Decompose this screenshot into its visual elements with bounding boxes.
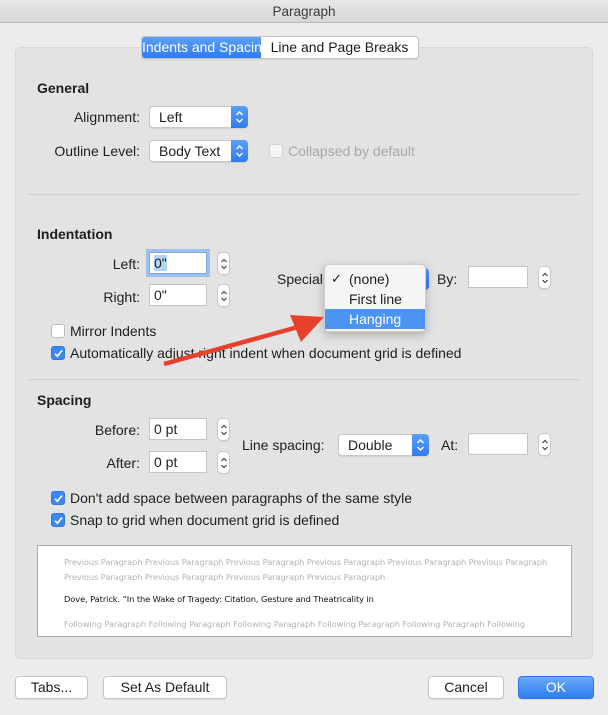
outline-level-value: Body Text	[159, 143, 221, 159]
stepper-icon	[221, 457, 227, 469]
menu-item-hanging[interactable]: Hanging	[325, 309, 425, 329]
mirror-indents-label: Mirror Indents	[70, 323, 157, 339]
auto-adjust-label: Automatically adjust right indent when d…	[70, 345, 462, 361]
indent-left-stepper[interactable]	[217, 252, 230, 275]
at-field[interactable]	[468, 433, 528, 455]
by-field[interactable]	[468, 266, 528, 288]
menu-item-label: Hanging	[349, 311, 402, 327]
menu-item-none[interactable]: ✓ (none)	[325, 269, 425, 289]
indent-left-label: Left:	[112, 256, 140, 272]
snap-to-grid-label: Snap to grid when document grid is defin…	[70, 512, 340, 528]
updown-chevron-icon	[412, 434, 429, 456]
indent-right-stepper[interactable]	[217, 284, 230, 307]
spacing-before-stepper[interactable]	[217, 418, 230, 441]
cancel-button[interactable]: Cancel	[428, 676, 504, 699]
special-dropdown-menu: ✓ (none) First line Hanging	[324, 264, 426, 332]
line-spacing-value: Double	[348, 437, 393, 453]
by-stepper[interactable]	[538, 266, 551, 289]
mirror-indents-checkbox[interactable]	[51, 324, 65, 338]
spacing-before-label: Before:	[94, 422, 140, 438]
collapsed-by-default-checkbox[interactable]	[269, 144, 283, 158]
tabs-button[interactable]: Tabs...	[15, 676, 88, 699]
stepper-icon	[542, 439, 548, 451]
dont-add-space-label: Don't add space between paragraphs of th…	[70, 490, 412, 506]
line-spacing-popup[interactable]: Double	[338, 434, 429, 456]
snap-to-grid-checkbox[interactable]	[51, 513, 65, 527]
line-spacing-label: Line spacing:	[242, 437, 325, 453]
at-label: At:	[441, 437, 459, 453]
special-label: Special	[277, 271, 323, 287]
updown-chevron-icon	[231, 140, 248, 162]
general-heading: General	[37, 80, 90, 96]
paragraph-preview: Previous Paragraph Previous Paragraph Pr…	[37, 545, 572, 637]
preview-current-paragraph: Dove, Patrick. “In the Wake of Tragedy: …	[64, 594, 374, 604]
set-as-default-button[interactable]: Set As Default	[103, 676, 227, 699]
dont-add-space-checkbox[interactable]	[51, 491, 65, 505]
indent-right-label: Right:	[103, 289, 140, 305]
spacing-before-value: 0 pt	[154, 421, 178, 437]
checkmark-icon	[54, 495, 63, 503]
spacing-heading: Spacing	[37, 392, 92, 408]
tab-indents-and-spacing[interactable]: Indents and Spacing	[142, 37, 270, 58]
spacing-after-value: 0 pt	[154, 454, 178, 470]
menu-item-label: (none)	[349, 271, 390, 287]
section-divider	[28, 379, 580, 380]
stepper-icon	[221, 290, 227, 302]
collapsed-by-default-label: Collapsed by default	[288, 143, 415, 159]
indent-right-value: 0"	[154, 287, 167, 303]
auto-adjust-checkbox[interactable]	[51, 346, 65, 360]
window-title: Paragraph	[0, 0, 608, 23]
preview-previous-paragraph: Previous Paragraph Previous Paragraph Pr…	[64, 557, 548, 582]
stepper-icon	[221, 258, 227, 270]
preview-following-paragraph: Following Paragraph Following Paragraph …	[64, 619, 526, 636]
outline-level-popup[interactable]: Body Text	[149, 140, 248, 162]
checkmark-icon: ✓	[331, 271, 342, 286]
alignment-popup[interactable]: Left	[149, 106, 248, 128]
indentation-heading: Indentation	[37, 226, 113, 242]
tab-line-and-page-breaks[interactable]: Line and Page Breaks	[261, 37, 418, 58]
tab-control: Indents and Spacing Line and Page Breaks	[141, 36, 419, 59]
ok-button[interactable]: OK	[518, 676, 594, 699]
indent-left-value: 0"	[154, 255, 167, 271]
menu-item-first-line[interactable]: First line	[325, 289, 425, 309]
checkmark-icon	[54, 517, 63, 525]
indent-right-field[interactable]: 0"	[149, 284, 207, 306]
by-label: By:	[437, 271, 458, 287]
stepper-icon	[542, 272, 548, 284]
checkmark-icon	[54, 350, 63, 358]
alignment-label: Alignment:	[73, 109, 140, 125]
at-stepper[interactable]	[538, 433, 551, 456]
outline-level-label: Outline Level:	[54, 143, 140, 159]
updown-chevron-icon	[231, 106, 248, 128]
spacing-after-field[interactable]: 0 pt	[149, 451, 207, 473]
indent-left-field[interactable]: 0"	[149, 252, 207, 274]
spacing-before-field[interactable]: 0 pt	[149, 418, 207, 440]
spacing-after-label: After:	[106, 455, 140, 471]
spacing-after-stepper[interactable]	[217, 451, 230, 474]
section-divider	[28, 194, 580, 195]
menu-item-label: First line	[349, 291, 402, 307]
stepper-icon	[221, 424, 227, 436]
alignment-value: Left	[159, 109, 183, 125]
